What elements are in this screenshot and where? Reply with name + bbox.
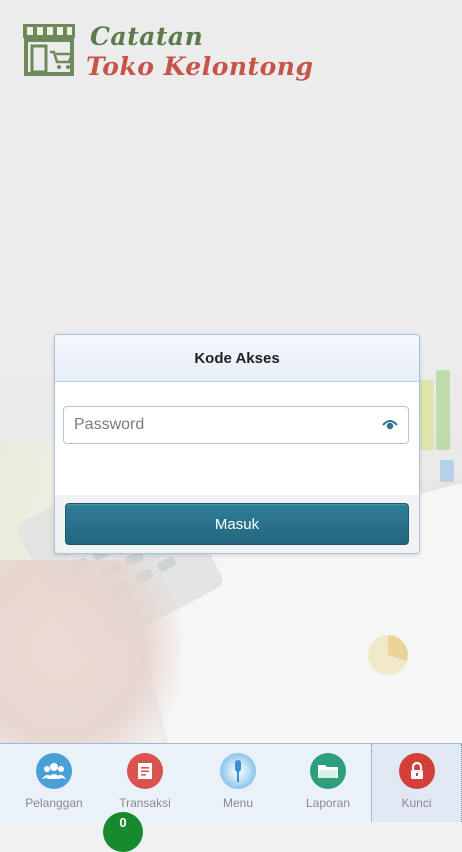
dialog-title: Kode Akses <box>55 335 419 382</box>
nav-label: Transaksi <box>119 796 171 810</box>
nav-item-laporan[interactable]: Laporan <box>288 744 368 822</box>
nav-label: Menu <box>222 796 254 810</box>
bottom-nav: Pelanggan Transaksi Menu Laporan Kunci <box>0 743 462 822</box>
nav-item-kunci[interactable]: Kunci <box>371 744 462 822</box>
access-code-dialog: Kode Akses Masuk <box>54 334 420 554</box>
nav-label: Pelanggan <box>25 796 83 810</box>
microphone-icon <box>220 753 256 789</box>
notification-badge: 0 <box>103 812 143 852</box>
app-logo: Catatan Toko Kelontong <box>20 18 313 88</box>
store-icon <box>23 24 75 76</box>
background-bar <box>420 380 434 450</box>
password-field <box>63 406 409 444</box>
folder-icon <box>310 753 346 789</box>
dialog-footer: Masuk <box>55 495 419 553</box>
password-input[interactable] <box>64 407 374 443</box>
background-bar <box>440 460 454 482</box>
users-icon <box>36 753 72 789</box>
receipt-icon <box>127 753 163 789</box>
nav-label: Kunci <box>401 796 432 810</box>
nav-item-transaksi[interactable]: Transaksi <box>105 744 185 822</box>
lock-icon <box>398 753 435 789</box>
show-password-icon[interactable] <box>382 418 398 432</box>
background-pie <box>368 635 408 675</box>
nav-label: Laporan <box>305 796 351 810</box>
nav-item-pelanggan[interactable]: Pelanggan <box>14 744 94 822</box>
background-hand <box>0 560 180 743</box>
logo-title-line1: Catatan <box>90 22 204 51</box>
background-bar <box>436 370 450 450</box>
login-button[interactable]: Masuk <box>65 503 409 545</box>
logo-title-line2: Toko Kelontong <box>86 52 314 81</box>
nav-item-menu[interactable]: Menu <box>198 744 278 822</box>
